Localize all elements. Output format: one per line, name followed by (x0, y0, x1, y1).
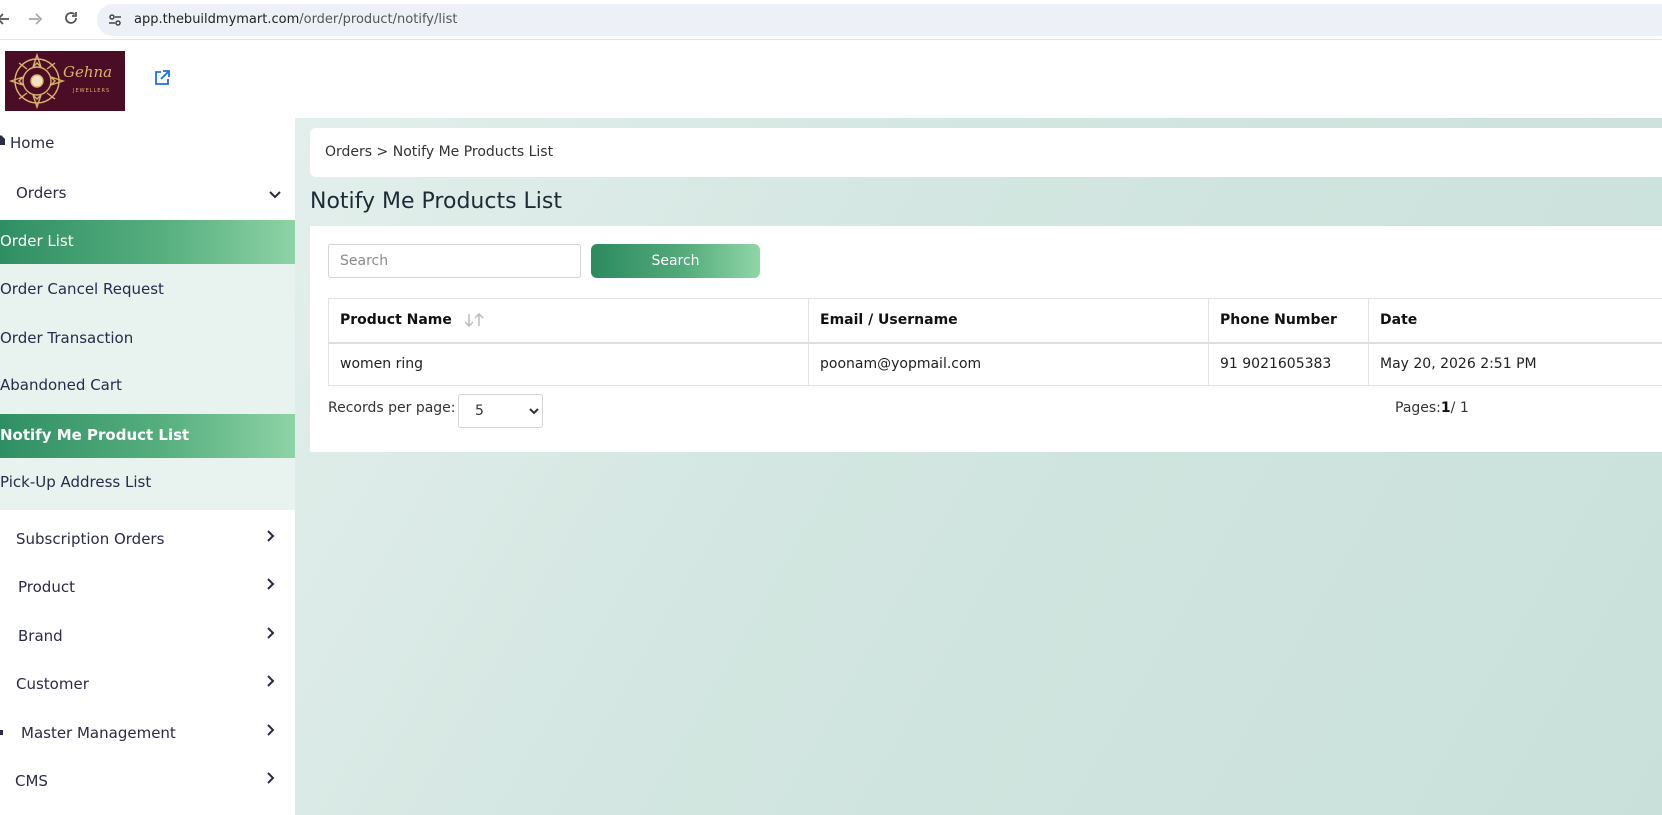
search-button[interactable]: Search (591, 244, 760, 278)
sidebar-item-brand[interactable]: Brand (0, 623, 295, 653)
sort-icon[interactable] (463, 313, 485, 328)
sidebar: Home Orders Order List Order Cancel Requ… (0, 118, 295, 815)
breadcrumb-current: Notify Me Products List (392, 144, 554, 160)
sidebar-item-product[interactable]: Product (0, 574, 295, 604)
chevron-right-icon (267, 627, 275, 639)
url-text: app.thebuildmymart.com/order/product/not… (134, 12, 457, 27)
breadcrumb-parent[interactable]: Orders (325, 144, 372, 160)
main-content: Orders > Notify Me Products List Notify … (295, 118, 1662, 815)
chevron-down-icon (269, 191, 281, 199)
cell-phone: 91 9021605383 (1208, 342, 1369, 386)
logo-text: Gehna (63, 63, 113, 81)
column-label: Product Name (340, 312, 452, 329)
sidebar-item-order-cancel-request[interactable]: Order Cancel Request (0, 268, 295, 312)
chevron-right-icon (267, 772, 275, 784)
sidebar-item-order-transaction[interactable]: Order Transaction (0, 317, 295, 361)
breadcrumb: Orders > Notify Me Products List (325, 144, 553, 160)
home-icon (0, 135, 5, 145)
sidebar-item-orders[interactable]: Orders (0, 180, 295, 210)
breadcrumb-bar: Orders > Notify Me Products List (310, 128, 1662, 177)
records-per-page-select[interactable]: 5 (458, 394, 543, 428)
sidebar-item-label: Notify Me Product List (0, 426, 190, 444)
gear-icon (0, 730, 3, 735)
current-page: 1 (1440, 400, 1451, 416)
sidebar-item-label: Order Cancel Request (0, 280, 164, 298)
notify-products-table: Product Name Email / Username Phone Numb… (328, 298, 1662, 386)
cell-email: poonam@yopmail.com (808, 342, 1209, 386)
records-per-page-label: Records per page: (328, 400, 456, 416)
sidebar-item-label: Abandoned Cart (0, 376, 122, 394)
sidebar-item-label: Brand (18, 627, 63, 645)
mandala-icon (8, 52, 66, 110)
table-header-row: Product Name Email / Username Phone Numb… (328, 298, 1662, 344)
sidebar-item-label: Master Management (21, 724, 176, 742)
cell-product-name: women ring (328, 342, 809, 386)
list-card: Search Product Name Email / Username Pho… (310, 226, 1662, 452)
breadcrumb-separator: > (376, 144, 389, 160)
sidebar-item-pickup-address-list[interactable]: Pick-Up Address List (0, 461, 295, 505)
total-pages: / 1 (1450, 400, 1469, 416)
brand-logo[interactable]: Gehna JEWELLERS (5, 51, 125, 111)
sidebar-item-label: Customer (16, 675, 89, 693)
sidebar-item-label: Home (10, 134, 55, 152)
chevron-right-icon (267, 578, 275, 590)
external-link-icon[interactable] (153, 69, 171, 87)
sidebar-item-label: Order Transaction (0, 329, 134, 347)
sidebar-item-home[interactable]: Home (0, 130, 295, 160)
url-host: app.thebuildmymart.com (134, 12, 300, 27)
url-path: /order/product/notify/list (299, 12, 458, 27)
column-header-date[interactable]: Date (1368, 298, 1662, 344)
chevron-right-icon (267, 675, 275, 687)
sidebar-item-label: CMS (15, 772, 48, 790)
search-input[interactable] (328, 244, 581, 278)
column-header-phone[interactable]: Phone Number (1208, 298, 1369, 344)
cell-date: May 20, 2026 2:51 PM (1368, 342, 1662, 386)
sidebar-item-cms[interactable]: CMS (0, 768, 295, 798)
chevron-right-icon (267, 724, 275, 736)
sidebar-item-abandoned-cart[interactable]: Abandoned Cart (0, 364, 295, 408)
address-bar[interactable]: app.thebuildmymart.com/order/product/not… (97, 4, 1662, 36)
sidebar-item-label: Subscription Orders (16, 530, 165, 548)
forward-icon[interactable] (25, 9, 45, 29)
sidebar-item-label: Pick-Up Address List (0, 473, 152, 491)
sidebar-item-master-management[interactable]: Master Management (0, 720, 295, 750)
site-settings-icon[interactable] (107, 12, 123, 28)
logo-subtext: JEWELLERS (73, 88, 111, 94)
chevron-right-icon (267, 530, 275, 542)
browser-toolbar: app.thebuildmymart.com/order/product/not… (0, 0, 1662, 40)
table-row[interactable]: women ring poonam@yopmail.com 91 9021605… (328, 342, 1662, 386)
column-header-product-name[interactable]: Product Name (328, 298, 809, 344)
sidebar-item-label: Product (18, 578, 75, 596)
pages-label: Pages: (1395, 400, 1441, 416)
app-header: Gehna JEWELLERS (0, 41, 1662, 118)
sidebar-item-label: Orders (16, 184, 67, 202)
back-icon[interactable] (0, 9, 14, 29)
pagination-info: Pages:1/ 1 (1395, 400, 1469, 416)
column-header-email[interactable]: Email / Username (808, 298, 1209, 344)
reload-icon[interactable] (61, 9, 81, 29)
sidebar-item-notify-me-product-list[interactable]: Notify Me Product List (0, 414, 295, 458)
page-title: Notify Me Products List (310, 189, 562, 214)
sidebar-item-subscription-orders[interactable]: Subscription Orders (0, 526, 295, 556)
sidebar-item-label: Order List (0, 232, 74, 250)
sidebar-item-customer[interactable]: Customer (0, 671, 295, 701)
sidebar-item-order-list[interactable]: Order List (0, 220, 295, 264)
